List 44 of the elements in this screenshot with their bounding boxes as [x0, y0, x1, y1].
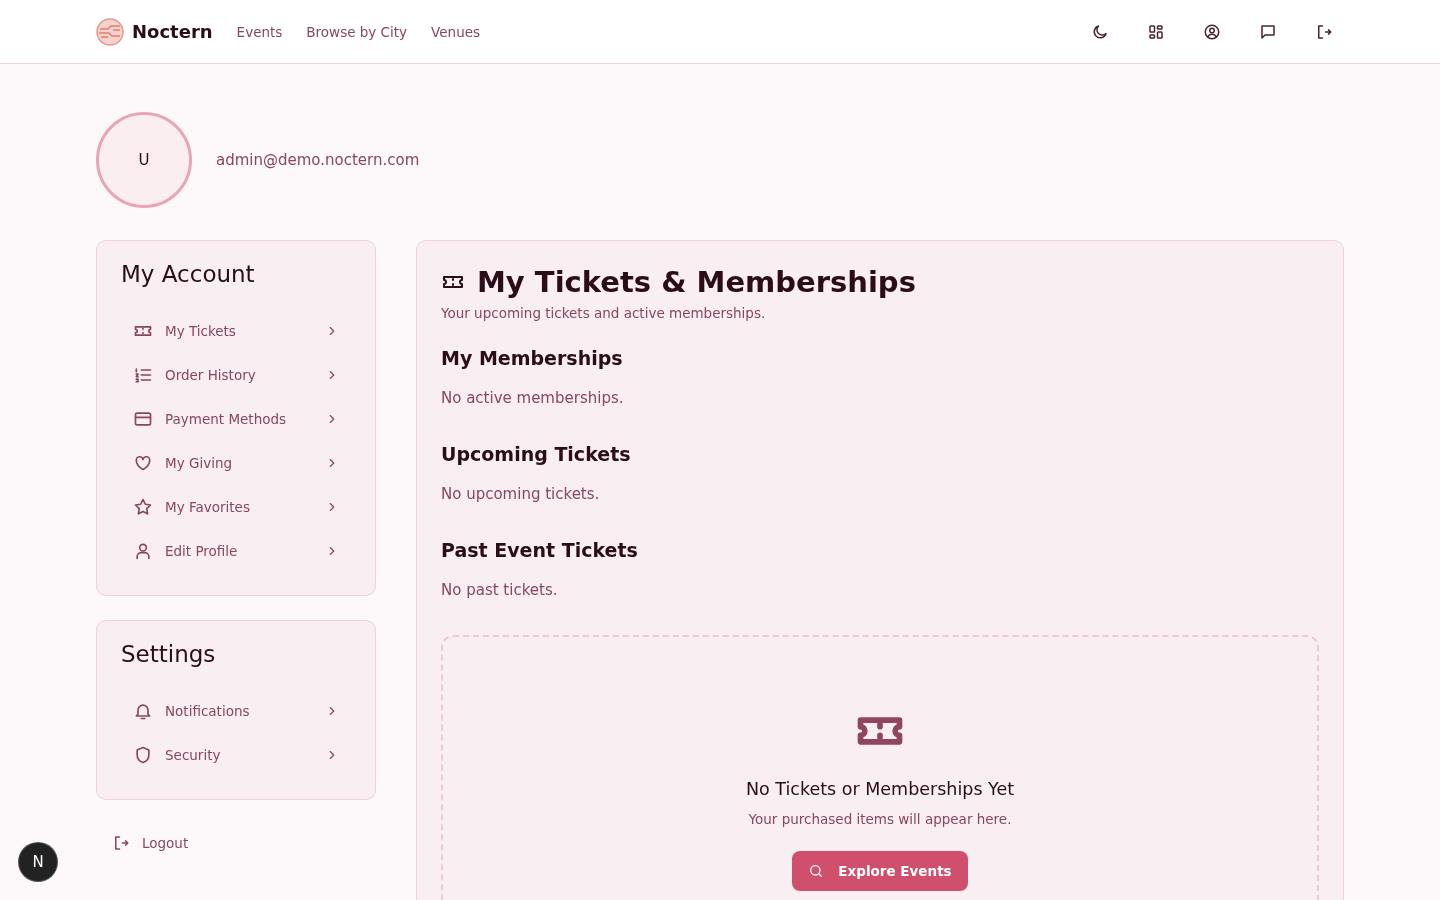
- chat-icon: [1259, 22, 1277, 41]
- section-heading: My Memberships: [441, 347, 624, 369]
- brand-name[interactable]: Noctern: [132, 21, 213, 42]
- page-subtitle: Your upcoming tickets and active memberships.: [441, 305, 767, 321]
- grid-icon: [1147, 22, 1165, 41]
- list-icon: [133, 365, 153, 385]
- menu-title: Settings: [121, 641, 217, 667]
- user-icon: [133, 541, 153, 561]
- bell-icon: [133, 701, 153, 721]
- logout-icon: [1315, 22, 1333, 41]
- menu-item[interactable]: My Tickets: [121, 309, 351, 353]
- logo-icon: [96, 17, 124, 46]
- logout-icon: [112, 834, 130, 852]
- empty-message: No past tickets.: [441, 581, 559, 599]
- account-icon: [1203, 22, 1221, 41]
- card-icon: [133, 409, 153, 429]
- menu-item[interactable]: Order History: [121, 353, 351, 397]
- menu-item[interactable]: Payment Methods: [121, 397, 351, 441]
- moon-icon: [1091, 22, 1109, 41]
- menu-item[interactable]: Edit Profile: [121, 529, 351, 573]
- menu-item[interactable]: Security: [121, 733, 351, 777]
- heart-icon: [133, 453, 153, 473]
- menu-title: My Account: [121, 261, 256, 287]
- page-title: My Tickets & Memberships: [477, 265, 916, 299]
- logout-link[interactable]: Logout: [96, 824, 376, 862]
- nav-link[interactable]: Events: [236, 23, 283, 40]
- menu-item[interactable]: Notifications: [121, 689, 351, 733]
- shield-icon: [133, 745, 153, 765]
- user-email: admin@demo.noctern.com: [216, 151, 420, 169]
- star-icon: [133, 497, 153, 517]
- section-heading: Past Event Tickets: [441, 539, 639, 561]
- search-icon: [808, 863, 825, 879]
- nav-link[interactable]: Venues: [431, 23, 481, 40]
- empty-message: No upcoming tickets.: [441, 485, 601, 503]
- nav-link[interactable]: Browse by City: [306, 23, 408, 40]
- dev-badge[interactable]: N: [19, 843, 57, 881]
- empty-state-text: Your purchased items will appear here.: [748, 811, 1012, 827]
- section-heading: Upcoming Tickets: [441, 443, 632, 465]
- avatar: U: [96, 112, 192, 208]
- empty-state-title: No Tickets or Memberships Yet: [745, 779, 1015, 799]
- explore-events-button[interactable]: Explore Events: [792, 851, 968, 891]
- empty-message: No active memberships.: [441, 389, 625, 407]
- menu-item[interactable]: My Giving: [121, 441, 351, 485]
- menu-item[interactable]: My Favorites: [121, 485, 351, 529]
